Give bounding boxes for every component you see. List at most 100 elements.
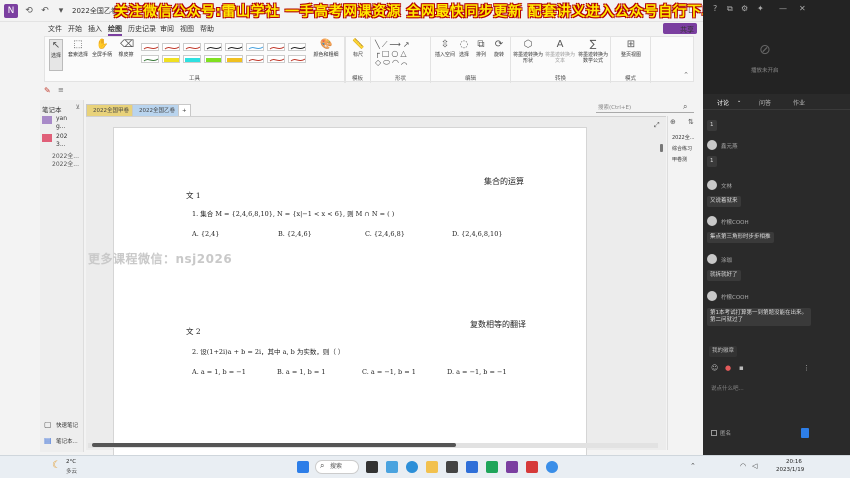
pen-swatch[interactable] <box>162 55 180 63</box>
pen-swatch[interactable] <box>288 43 306 51</box>
search-icon[interactable]: ⌕ <box>683 102 687 112</box>
menu-draw[interactable]: 绘图 <box>108 24 122 36</box>
horizontal-scrollbar[interactable] <box>88 443 658 448</box>
more-notebooks-link[interactable]: 笔记本... <box>56 437 78 445</box>
pen-swatch[interactable] <box>204 43 222 51</box>
close-icon[interactable]: ✕ <box>799 4 806 13</box>
onenote-taskbar-icon[interactable] <box>506 461 518 473</box>
pen-swatch[interactable] <box>204 55 222 63</box>
pen-swatch[interactable] <box>246 55 264 63</box>
vertical-scrollbar[interactable] <box>659 134 664 434</box>
page-item[interactable]: 综合练习 <box>672 145 692 152</box>
undo-icon[interactable]: ↶ <box>38 4 52 18</box>
notebook-item[interactable]: 202 <box>56 133 67 140</box>
anonymous-checkbox[interactable] <box>711 430 717 436</box>
menu-insert[interactable]: 插入 <box>88 24 102 34</box>
back-icon[interactable]: ⟲ <box>22 4 36 18</box>
tab-discussion[interactable]: 讨论 <box>717 98 729 107</box>
menu-file[interactable]: 文件 <box>48 24 62 34</box>
pen-swatch[interactable] <box>183 55 201 63</box>
lasso-button[interactable]: ⬚ 套索选择 <box>67 39 89 58</box>
quick-access-icon[interactable]: ▾ <box>54 4 68 18</box>
ruler-button[interactable]: 📏 标尺 <box>349 39 367 58</box>
quick-notes-link[interactable]: 快速笔记 <box>56 421 78 429</box>
horizontal-scroll-thumb[interactable] <box>92 443 456 447</box>
minimize-icon[interactable]: — <box>779 4 787 13</box>
tab-homework[interactable]: 作业 <box>793 98 805 107</box>
help-icon[interactable]: ? <box>713 4 717 13</box>
ink-to-shape-button[interactable]: ⬡ 将墨迹转换为形状 <box>513 39 543 64</box>
insert-space-button[interactable]: ⇳ 插入空间 <box>433 39 457 58</box>
tab-yi[interactable]: 2022全国乙卷 <box>132 104 182 116</box>
pen-swatch[interactable] <box>162 43 180 51</box>
notebook-item[interactable]: 3... <box>56 141 66 148</box>
notebook-item[interactable]: 2022全... <box>52 159 79 168</box>
select-button[interactable]: ↖ 选择 <box>49 39 63 71</box>
start-icon[interactable] <box>297 461 309 473</box>
pen-swatch[interactable] <box>288 55 306 63</box>
emoji-icon[interactable]: ☺ <box>711 364 718 372</box>
notebook-item[interactable]: yan <box>56 115 67 122</box>
edge-icon[interactable] <box>406 461 418 473</box>
send-button[interactable] <box>801 428 809 438</box>
vertical-scroll-thumb[interactable] <box>660 144 663 152</box>
add-section-button[interactable]: + <box>178 104 191 116</box>
share-button[interactable]: 共享 <box>663 23 697 34</box>
widgets-icon[interactable] <box>386 461 398 473</box>
app-icon[interactable] <box>466 461 478 473</box>
rotate-button[interactable]: ⟳ 旋转 <box>491 39 507 58</box>
note-canvas[interactable]: 集合的运算 文 1 1. 集合 M = {2,4,6,8,10}, N = {x… <box>86 116 666 455</box>
chat-input[interactable]: 说点什么吧... <box>711 384 744 392</box>
pen-swatch[interactable] <box>225 43 243 51</box>
tab-jia[interactable]: 2022全国甲卷 <box>86 104 136 116</box>
tray-chevron-icon[interactable]: ⌃ <box>690 462 696 470</box>
my-badge-button[interactable]: 我的徽章 <box>709 346 738 357</box>
arrange-button[interactable]: ⧉ 排列 <box>473 39 489 58</box>
menu-home[interactable]: 开始 <box>68 24 82 34</box>
expand-icon[interactable]: ⤢ <box>654 121 660 130</box>
task-view-icon[interactable] <box>366 461 378 473</box>
external-icon[interactable]: ⧉ <box>727 4 733 14</box>
full-page-view-button[interactable]: ⊞ 整页视图 <box>615 39 647 58</box>
more-icon[interactable]: ⋮ <box>803 364 810 372</box>
pen-swatch[interactable] <box>246 43 264 51</box>
search-input[interactable]: 搜索(Ctrl+E) <box>596 103 694 113</box>
gift-icon[interactable]: ● <box>725 364 731 372</box>
color-weight-button[interactable]: 🎨 颜色和粗细 <box>311 39 341 58</box>
pan-button[interactable]: ✋ 全屏手柄 <box>91 39 113 58</box>
pen-swatch[interactable] <box>141 43 159 51</box>
menu-review[interactable]: 审阅 <box>160 24 174 34</box>
notebook-item[interactable]: g... <box>56 123 66 130</box>
menu-view[interactable]: 视图 <box>180 24 194 34</box>
pen-swatch[interactable] <box>141 55 159 63</box>
page-item[interactable]: 甲卷测 <box>672 156 687 163</box>
volume-icon[interactable]: ◁ <box>752 462 757 470</box>
pen-swatch[interactable] <box>183 43 201 51</box>
settings-icon[interactable]: ⚙ <box>741 4 748 13</box>
add-page-icon[interactable]: ⊕ <box>670 118 676 126</box>
chevron-down-icon[interactable]: ⌄ <box>737 98 741 104</box>
pen-mini-icon[interactable]: ✎ <box>44 86 51 95</box>
ink-to-text-button[interactable]: A 将墨迹转换为文本 <box>545 39 575 64</box>
app-icon[interactable] <box>446 461 458 473</box>
pin-icon[interactable]: ⊻ <box>76 104 80 111</box>
file-explorer-icon[interactable] <box>426 461 438 473</box>
eraser-button[interactable]: ⌫ 橡皮擦 <box>115 39 137 58</box>
app-icon[interactable] <box>546 461 558 473</box>
image-icon[interactable]: ▪ <box>739 364 744 372</box>
sort-icon[interactable]: ⇅ <box>688 118 694 126</box>
ink-to-math-button[interactable]: ∑ 将墨迹转换为数学公式 <box>577 39 609 64</box>
lasso-select-button[interactable]: ◌ 选择 <box>457 39 471 58</box>
shapes-gallery-icon[interactable]: ╲⟋⟶↗ ┌□○△ ◇⬭◠⌒ <box>375 40 412 67</box>
tab-qa[interactable]: 问答 <box>759 98 771 107</box>
dropdown-icon[interactable]: ≡ <box>58 86 64 94</box>
wifi-icon[interactable]: ◠ <box>740 462 746 470</box>
menu-history[interactable]: 历史记录 <box>128 24 156 34</box>
collapse-ribbon-icon[interactable]: ⌃ <box>683 71 689 79</box>
page-item[interactable]: 2022全... <box>672 134 695 141</box>
pen-swatch[interactable] <box>225 55 243 63</box>
pin-icon[interactable]: ✦ <box>757 4 764 13</box>
app-icon[interactable] <box>486 461 498 473</box>
pen-swatch[interactable] <box>267 43 285 51</box>
wps-icon[interactable] <box>526 461 538 473</box>
